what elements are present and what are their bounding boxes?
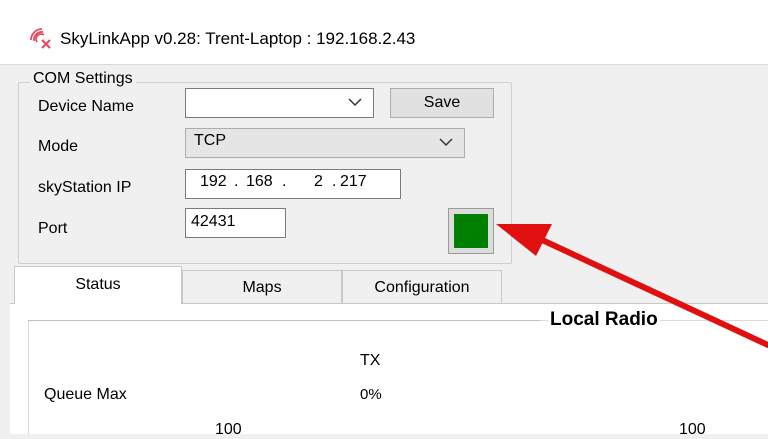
scale-left-value: 100: [215, 421, 242, 438]
connection-status-indicator[interactable]: [448, 208, 494, 254]
chevron-down-icon: [348, 98, 362, 107]
chevron-down-icon: [439, 138, 453, 147]
queue-max-value: 0%: [360, 386, 382, 403]
tab-configuration[interactable]: Configuration: [342, 270, 502, 303]
mode-dropdown[interactable]: TCP: [185, 128, 465, 158]
save-button[interactable]: Save: [390, 88, 494, 118]
local-radio-divider: [28, 320, 540, 321]
ip-octet-2[interactable]: 168: [246, 173, 273, 191]
ip-separator: .: [234, 173, 239, 190]
device-name-dropdown[interactable]: [185, 88, 374, 118]
title-bar: SkyLinkApp v0.28: Trent-Laptop : 192.168…: [0, 0, 768, 64]
window-title: SkyLinkApp v0.28: Trent-Laptop : 192.168…: [60, 29, 416, 48]
skystation-ip-label: skyStation IP: [38, 179, 132, 196]
mode-value: TCP: [194, 132, 226, 149]
ip-octet-4[interactable]: 217: [340, 173, 367, 191]
mode-label: Mode: [38, 138, 79, 155]
ip-separator: .: [332, 173, 337, 190]
skylink-antenna-icon: [30, 28, 51, 49]
scale-right-value: 100: [679, 421, 706, 438]
local-radio-group: [28, 320, 768, 434]
tab-maps[interactable]: Maps: [182, 270, 342, 303]
tx-header: TX: [360, 352, 381, 369]
local-radio-heading: Local Radio: [548, 309, 660, 331]
ip-octet-3[interactable]: 2: [314, 173, 323, 191]
device-name-label: Device Name: [38, 98, 135, 115]
skystation-ip-input[interactable]: 192 . 168 . 2 . 217: [185, 169, 401, 199]
queue-max-label: Queue Max: [44, 386, 127, 403]
ip-octet-1[interactable]: 192: [200, 173, 227, 191]
port-input[interactable]: 42431: [185, 208, 286, 238]
port-label: Port: [38, 220, 68, 237]
com-settings-legend: COM Settings: [30, 70, 136, 88]
title-divider: [0, 64, 768, 65]
connection-status-fill: [454, 214, 488, 248]
tab-status[interactable]: Status: [14, 266, 182, 304]
ip-separator: .: [282, 173, 287, 190]
